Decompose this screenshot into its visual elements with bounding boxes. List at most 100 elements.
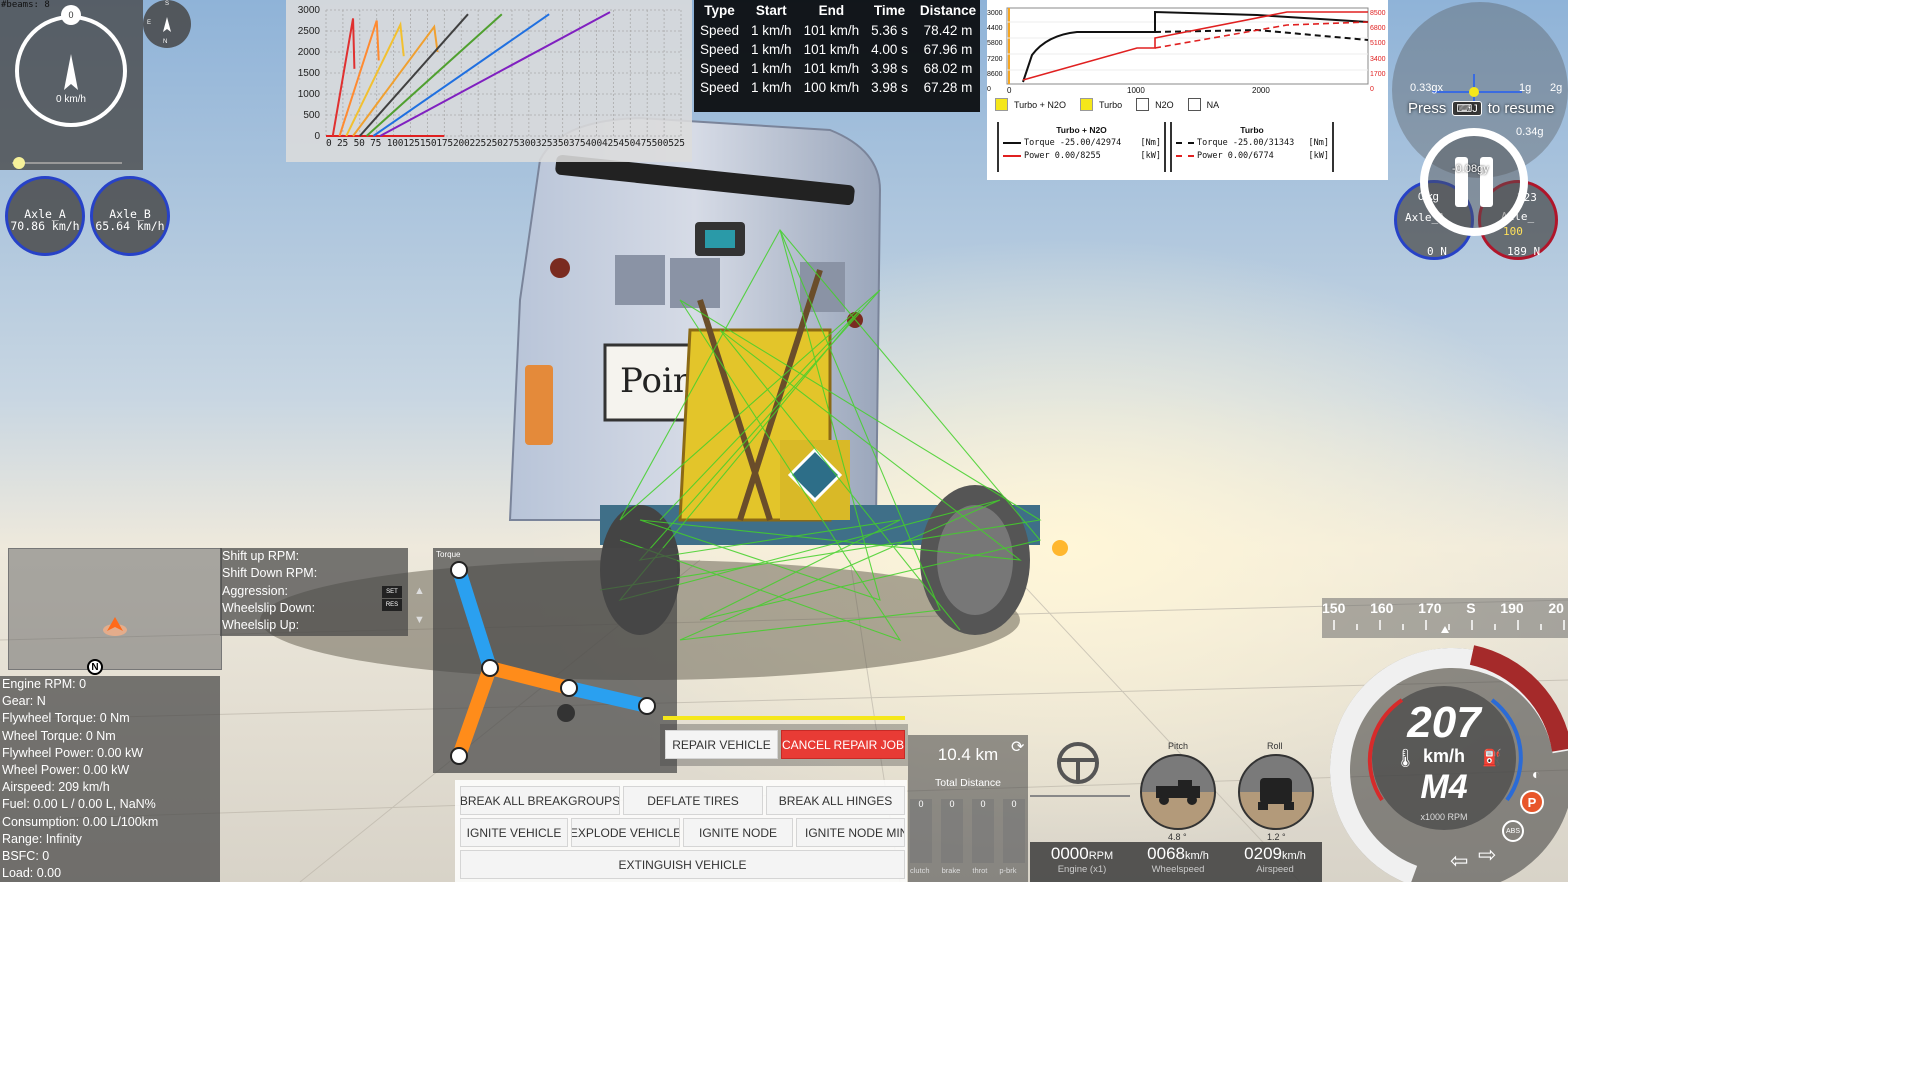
shift-up-rpm: Shift up RPM: bbox=[222, 549, 300, 563]
checkbox-unchecked-icon[interactable] bbox=[1136, 98, 1150, 111]
checkbox-n2o[interactable]: N2O bbox=[1136, 98, 1174, 111]
minimap[interactable]: N bbox=[8, 548, 222, 675]
legend-torque: Torque -25.00/31343 bbox=[1197, 138, 1295, 148]
mass-label: 0 kg bbox=[1418, 191, 1439, 203]
legend-torque: Torque -25.00/42974 bbox=[1024, 138, 1122, 148]
checkbox-unchecked-icon[interactable] bbox=[1187, 98, 1201, 111]
legend-swatch bbox=[1003, 142, 1021, 144]
extinguish-vehicle-button[interactable]: EXTINGUISH VEHICLE bbox=[460, 850, 905, 879]
checkbox-turbo[interactable]: Turbo bbox=[1079, 98, 1123, 111]
press-label: Press bbox=[1408, 100, 1447, 117]
pedal-label: throt bbox=[972, 866, 988, 875]
legend-unit: [Nm] bbox=[1308, 138, 1329, 148]
pedal-clutch: 0 bbox=[910, 799, 932, 863]
slider-thumb[interactable] bbox=[13, 157, 25, 169]
table-row: Speed 1 km/h 101 km/h 5.36 s 78.42 m bbox=[694, 21, 980, 40]
checkbox-turbo-n2o[interactable]: Turbo + N2O bbox=[995, 98, 1066, 111]
pause-button[interactable] bbox=[1420, 128, 1528, 236]
y-tick-label: 3000 bbox=[298, 5, 321, 16]
table-row: Speed 1 km/h 101 km/h 4.00 s 67.96 m bbox=[694, 40, 980, 59]
info-line: Consumption: 0.00 L/100km bbox=[2, 814, 159, 829]
x-tick: 0 bbox=[1007, 86, 1012, 95]
engine-node-icon bbox=[557, 704, 575, 722]
drivetrain-diagram: Torque bbox=[433, 548, 677, 773]
turn-left-icon[interactable]: ⇦ bbox=[1450, 848, 1468, 874]
heading-pointer-icon bbox=[1441, 626, 1449, 633]
x-tick: 2000 bbox=[1252, 86, 1270, 95]
axle-a-value: 70.86 km/h bbox=[10, 219, 80, 233]
checkbox-checked-icon[interactable] bbox=[995, 98, 1008, 111]
cell: 1 km/h bbox=[751, 80, 792, 95]
repair-vehicle-button[interactable]: REPAIR VEHICLE bbox=[665, 730, 778, 759]
compass-badge: 0 bbox=[61, 5, 81, 25]
checkbox-label: Turbo + N2O bbox=[1014, 99, 1066, 110]
readout-unit: km/h bbox=[1184, 850, 1209, 862]
speedometer: 207 km/h M4 x1000 RPM 🌡 ⛽ ◐ P ABS ⇦ ⇨ bbox=[1322, 640, 1568, 882]
explode-vehicle-button[interactable]: EXPLODE VEHICLE bbox=[571, 818, 680, 847]
ignite-node-minimal-button[interactable]: IGNITE NODE MINIM bbox=[796, 818, 905, 847]
drivetrain-svg bbox=[450, 561, 656, 765]
gear-speed-chart: 0 500 1000 1500 2000 2500 3000 0 25 50 75 1001… bbox=[286, 0, 692, 162]
steering-bar bbox=[1030, 795, 1130, 797]
tick: 6800 bbox=[1370, 25, 1386, 33]
checkbox-label: Turbo bbox=[1098, 99, 1123, 110]
checkbox-label: NA bbox=[1206, 99, 1220, 110]
info-line: BSFC: 0 bbox=[2, 849, 50, 864]
info-line: Engine RPM: 0 bbox=[2, 677, 87, 691]
info-line: Flywheel Power: 0.00 kW bbox=[2, 745, 144, 760]
cell: 3.98 s bbox=[871, 61, 908, 76]
readout-label: Engine (x1) bbox=[1057, 864, 1107, 875]
pitch-value: 4.8 ° bbox=[1168, 832, 1187, 842]
checkbox-checked-icon[interactable] bbox=[1079, 98, 1093, 111]
compass-ring bbox=[15, 15, 127, 127]
mini-compass-e: E bbox=[147, 20, 152, 26]
ignite-node-button[interactable]: IGNITE NODE bbox=[683, 818, 793, 847]
axle-b-value: 65.64 km/h bbox=[95, 219, 165, 233]
reset-icon[interactable]: ⟳ bbox=[1011, 737, 1024, 757]
torque-power-chart: 3000 4400 5800 7200 8600 0 8500 6800 510… bbox=[987, 0, 1388, 180]
cell: Speed bbox=[700, 42, 740, 57]
set-button[interactable]: SET bbox=[382, 586, 402, 598]
slider-track[interactable] bbox=[12, 162, 122, 164]
legend-unit: [Nm] bbox=[1140, 138, 1161, 148]
cell: 1 km/h bbox=[751, 61, 792, 76]
legend-title: Turbo bbox=[1240, 125, 1264, 135]
tick: 7200 bbox=[987, 55, 1003, 63]
turn-right-icon[interactable]: ⇨ bbox=[1478, 842, 1496, 868]
results-header-row: Type Start End Time Distance bbox=[694, 0, 980, 21]
trip-panel: 10.4 km Total Distance ⟳ 0 0 0 0 clutch … bbox=[908, 735, 1028, 882]
info-line: Load: 0.00 bbox=[2, 866, 62, 881]
res-button[interactable]: RES bbox=[382, 599, 402, 611]
heading-tick: 170 bbox=[1418, 600, 1442, 616]
rpm-unit-label: x1000 RPM bbox=[1420, 812, 1468, 822]
headlight-icon[interactable]: ◐ bbox=[1532, 766, 1556, 784]
right-axle-a-bottom: 0 N bbox=[1427, 245, 1447, 258]
cell: 78.42 m bbox=[923, 23, 973, 38]
gear-series-line-2 bbox=[338, 20, 380, 137]
parking-brake-icon[interactable]: P bbox=[1520, 790, 1544, 814]
torque-right-ticks: 8500 6800 5100 3400 1700 0 bbox=[1370, 6, 1386, 97]
pedal-parkbrake: 0 bbox=[1003, 799, 1025, 863]
cell: 101 km/h bbox=[803, 23, 860, 38]
heading-tick: 160 bbox=[1370, 600, 1394, 616]
cell: 3.98 s bbox=[871, 80, 908, 95]
cancel-repair-button[interactable]: CANCEL REPAIR JOB bbox=[781, 730, 905, 759]
checkbox-na[interactable]: NA bbox=[1187, 98, 1220, 111]
deflate-tires-button[interactable]: DEFLATE TIRES bbox=[623, 786, 763, 815]
cell: 4.00 s bbox=[871, 42, 908, 57]
results-header-distance: Distance bbox=[919, 3, 977, 18]
info-line: Range: Infinity bbox=[2, 831, 82, 846]
pedal-label: brake bbox=[941, 866, 961, 875]
readout-value: 0068 bbox=[1147, 844, 1185, 863]
pedal-label: clutch bbox=[910, 866, 930, 875]
torque-diagram-label: Torque bbox=[436, 550, 461, 559]
break-all-breakgroups-button[interactable]: BREAK ALL BREAKGROUPS bbox=[460, 786, 620, 815]
legend-swatch bbox=[1003, 155, 1021, 157]
arrow-down-icon[interactable]: ▼ bbox=[414, 612, 425, 629]
cell: 101 km/h bbox=[803, 61, 860, 76]
break-all-hinges-button[interactable]: BREAK ALL HINGES bbox=[766, 786, 905, 815]
arrow-up-icon[interactable]: ▲ bbox=[414, 583, 425, 600]
ignite-vehicle-button[interactable]: IGNITE VEHICLE bbox=[460, 818, 568, 847]
repair-progress-bar bbox=[663, 716, 905, 720]
abs-icon[interactable]: ABS bbox=[1502, 820, 1524, 842]
